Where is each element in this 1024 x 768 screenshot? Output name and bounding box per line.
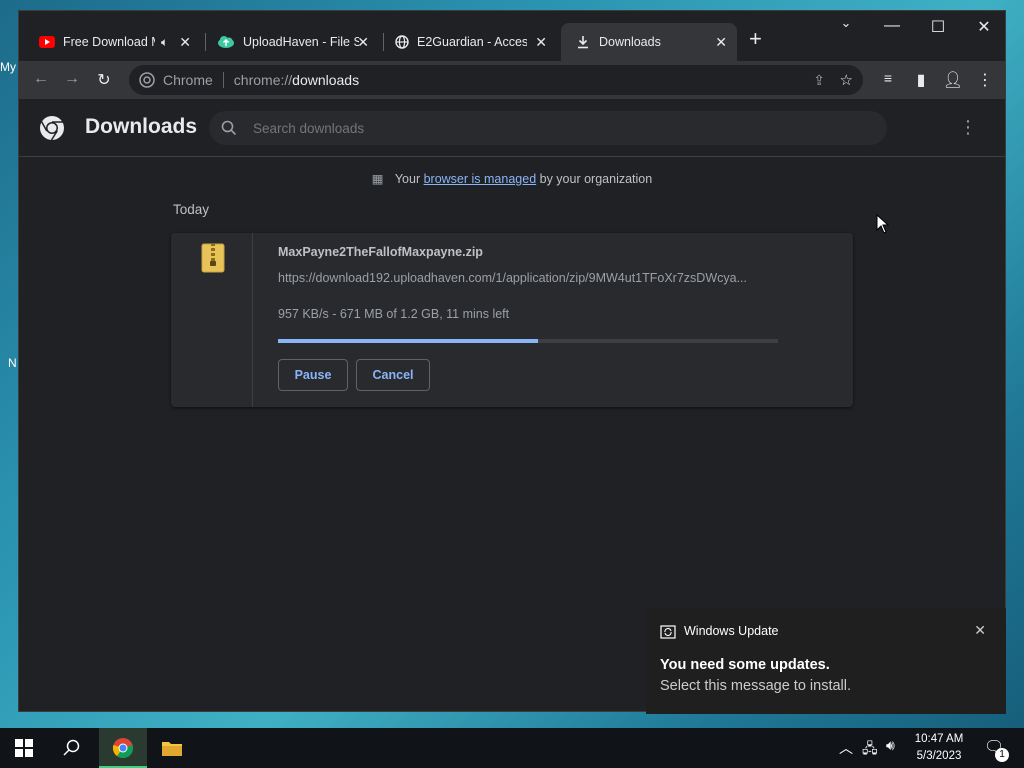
search-icon[interactable] <box>63 739 81 757</box>
progress-fill <box>278 339 538 343</box>
managed-suffix: by your organization <box>536 172 653 186</box>
url-prefix: chrome:// <box>233 72 293 88</box>
notification-body: Select this message to install. <box>660 678 852 694</box>
mouse-cursor-icon <box>876 214 890 234</box>
close-tab-icon[interactable]: ✕ <box>179 34 191 51</box>
desktop-icon-label[interactable]: My <box>0 60 16 74</box>
reload-button[interactable]: ↻ <box>92 70 116 90</box>
tab-strip: Free Download M 🔈︎ ✕ UploadHaven - File … <box>19 11 1005 61</box>
desktop-icon-label[interactable]: N <box>8 356 17 370</box>
omnibox-divider <box>222 72 224 88</box>
file-url[interactable]: https://download192.uploadhaven.com/1/ap… <box>278 271 788 285</box>
windows-start-icon[interactable] <box>15 739 33 757</box>
uploadhaven-icon <box>218 36 234 48</box>
search-box[interactable] <box>209 111 887 145</box>
bookmark-star-icon[interactable]: ☆ <box>840 71 853 89</box>
chrome-icon <box>139 72 155 88</box>
browser-toolbar: ← → ↻ Chrome chrome:// downloads ⇪ ☆ ≡ ▮… <box>19 61 1005 99</box>
cancel-button[interactable]: Cancel <box>356 359 430 391</box>
download-status: 957 KB/s - 671 MB of 1.2 GB, 11 mins lef… <box>278 307 510 321</box>
more-actions-icon[interactable]: ⋮ <box>959 117 977 138</box>
managed-link[interactable]: browser is managed <box>424 172 537 186</box>
network-icon[interactable]: 🖧︎ <box>862 738 878 762</box>
chrome-taskbar-button[interactable] <box>99 728 147 768</box>
media-control-icon[interactable]: ≡ <box>876 70 900 86</box>
tab-title: UploadHaven - File Sh <box>243 35 359 49</box>
volume-icon[interactable]: 🔊︎ <box>886 737 895 754</box>
close-notification-icon[interactable]: ✕ <box>974 622 986 639</box>
globe-icon <box>395 35 409 49</box>
menu-icon[interactable]: ⋮ <box>973 70 997 90</box>
file-icon-column <box>171 233 253 407</box>
building-icon: ▦ <box>371 172 384 186</box>
clock[interactable]: 10:47 AM 5/3/2023 <box>906 731 972 765</box>
close-tab-icon[interactable]: ✕ <box>715 34 727 51</box>
windows-update-notification[interactable]: Windows Update ✕ You need some updates. … <box>646 608 1006 714</box>
file-name[interactable]: MaxPayne2TheFallofMaxpayne.zip <box>278 245 483 259</box>
profile-icon[interactable]: 👤︎ <box>941 70 965 90</box>
date-section-label: Today <box>173 202 210 217</box>
notification-title: You need some updates. <box>660 657 830 673</box>
zip-file-icon <box>201 243 225 273</box>
pause-button[interactable]: Pause <box>278 359 348 391</box>
chrome-window: Free Download M 🔈︎ ✕ UploadHaven - File … <box>18 10 1006 712</box>
managed-prefix: Your <box>394 172 424 186</box>
tab-title: Free Download M <box>63 35 155 49</box>
url-page: downloads <box>292 72 360 88</box>
close-tab-icon[interactable]: ✕ <box>357 34 369 51</box>
progress-bar <box>278 339 778 343</box>
tab-e2guardian[interactable]: E2Guardian - Access ✕ <box>379 23 557 61</box>
file-explorer-icon[interactable] <box>161 739 183 757</box>
tab-search-chevron-icon[interactable]: ⌄ <box>823 15 869 31</box>
page-header: Downloads ⋮ <box>19 99 1005 157</box>
windows-update-icon <box>660 625 676 639</box>
youtube-icon <box>39 36 55 48</box>
speaker-icon[interactable]: 🔈︎ <box>161 35 168 50</box>
chrome-logo-icon <box>40 116 64 141</box>
page-title: Downloads <box>85 115 198 138</box>
minimize-button[interactable]: — <box>869 17 915 35</box>
close-tab-icon[interactable]: ✕ <box>535 34 547 51</box>
search-input[interactable] <box>253 120 853 136</box>
share-icon[interactable]: ⇪ <box>813 72 825 89</box>
taskbar: ︿ 🖧︎ 🔊︎ 10:47 AM 5/3/2023 🗨︎ 1 <box>0 728 1024 768</box>
show-hidden-icons-chevron[interactable]: ︿ <box>839 738 853 758</box>
download-icon <box>578 36 588 49</box>
close-window-button[interactable]: ✕ <box>961 17 1007 37</box>
tab-title: Downloads <box>599 35 661 49</box>
notification-count-badge: 1 <box>995 748 1009 762</box>
notification-app-name: Windows Update <box>684 624 779 638</box>
clock-time: 10:47 AM <box>914 733 964 745</box>
forward-button[interactable]: → <box>60 70 84 88</box>
maximize-button[interactable]: ☐ <box>915 17 961 37</box>
tab-downloads[interactable]: Downloads ✕ <box>561 23 737 61</box>
site-label: Chrome <box>163 72 213 88</box>
managed-notice: ▦ Your browser is managed by your organi… <box>19 171 1005 186</box>
back-button[interactable]: ← <box>29 70 53 88</box>
new-tab-button[interactable]: + <box>749 26 762 52</box>
search-icon <box>221 120 237 136</box>
address-bar[interactable]: Chrome chrome:// downloads ⇪ ☆ <box>129 65 863 95</box>
chrome-icon <box>112 738 134 759</box>
tab-uploadhaven[interactable]: UploadHaven - File Sh ✕ <box>201 23 379 61</box>
clock-date: 5/3/2023 <box>916 750 962 762</box>
tab-youtube[interactable]: Free Download M 🔈︎ ✕ <box>23 23 201 61</box>
side-panel-icon[interactable]: ▮ <box>909 70 933 90</box>
tab-title: E2Guardian - Access <box>417 35 527 49</box>
download-item: MaxPayne2TheFallofMaxpayne.zip https://d… <box>171 233 853 407</box>
